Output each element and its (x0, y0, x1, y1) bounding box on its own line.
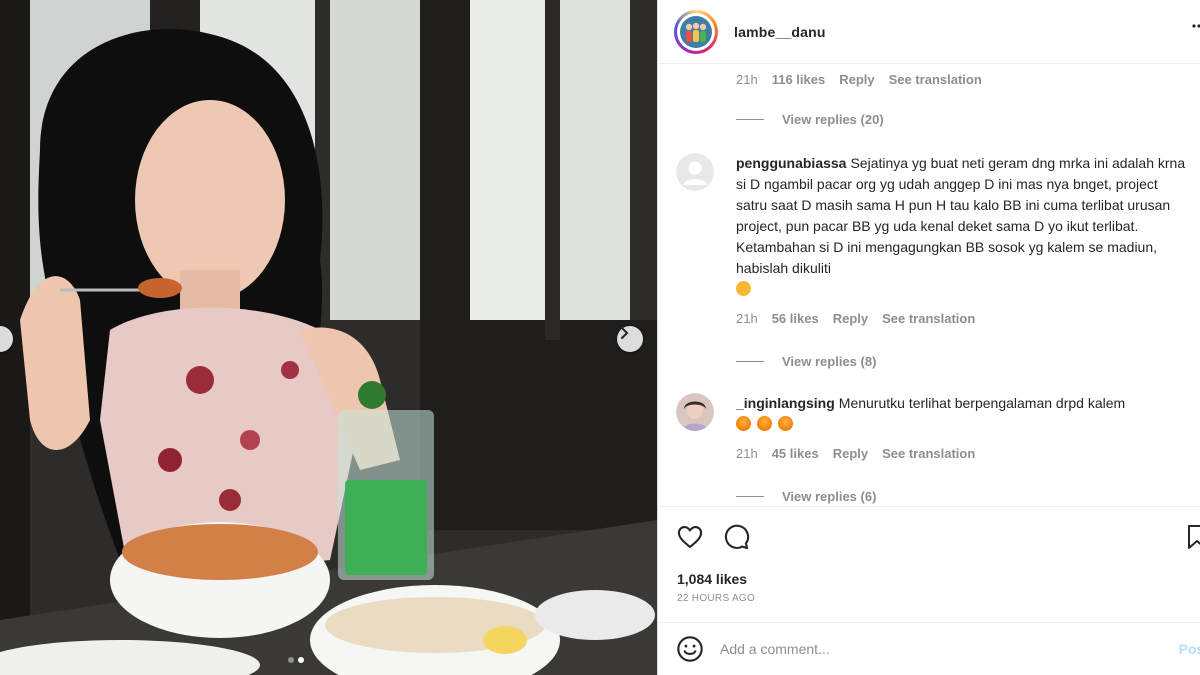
likes-count[interactable]: 1,084 likes (677, 571, 747, 587)
chevron-right-icon (621, 327, 629, 339)
replies-divider (736, 119, 764, 120)
comment-likes[interactable]: 116 likes (772, 69, 826, 90)
comment-time: 21h (736, 311, 758, 326)
comment-text: Sejatinya yg buat neti geram dng mrka in… (736, 155, 1186, 276)
commenter-username[interactable]: _inginlangsing (736, 395, 835, 411)
comment-likes[interactable]: 45 likes (772, 443, 819, 464)
commenter-avatar[interactable] (676, 393, 714, 431)
bookmark-icon[interactable] (1185, 523, 1200, 551)
author-username[interactable]: lambe__danu (734, 24, 826, 40)
post-comment-button[interactable]: Post (1179, 641, 1200, 657)
reply-button[interactable]: Reply (833, 443, 868, 464)
comment-icon[interactable] (722, 523, 750, 551)
post-actions: 1,084 likes 22 HOURS AGO (658, 506, 1200, 621)
view-replies-label: View replies (6) (782, 489, 877, 504)
comment-content: penggunabiassa Sejatinya yg buat neti ger… (736, 153, 1186, 300)
more-icon[interactable] (1192, 24, 1200, 28)
comment-content: _inginlangsing Menurutku terlihat berpeng… (736, 393, 1186, 435)
comment-text: Menurutku terlihat berpengalaman drpd ka… (838, 395, 1126, 411)
user-photo-avatar-icon (676, 393, 714, 431)
comment-meta: 21h 45 likes Reply See translation (736, 443, 1186, 464)
comment-meta: 21h 116 likes Reply See translation (736, 69, 1186, 90)
post-header: lambe__danu (658, 0, 1200, 64)
view-replies-button[interactable]: View replies (20) (736, 109, 1186, 130)
comment-input[interactable] (720, 641, 1150, 657)
next-photo-button[interactable] (617, 326, 643, 352)
reply-button[interactable]: Reply (839, 69, 874, 90)
face-with-hand-emoji-icon (736, 416, 751, 431)
post-side-panel: lambe__danu 21h 116 likes Reply See tran… (657, 0, 1200, 675)
default-avatar-icon (676, 153, 714, 191)
comment-time: 21h (736, 72, 758, 87)
comment-meta: 21h 56 likes Reply See translation (736, 308, 1186, 329)
view-replies-button[interactable]: View replies (6) (736, 486, 1186, 505)
see-translation-button[interactable]: See translation (882, 308, 975, 329)
face-with-hand-emoji-icon (778, 416, 793, 431)
view-replies-label: View replies (8) (782, 354, 877, 369)
author-avatar[interactable] (674, 9, 718, 54)
add-comment-bar: Post (658, 622, 1200, 675)
replies-divider (736, 361, 764, 362)
commenter-username[interactable]: penggunabiassa (736, 155, 846, 171)
reply-button[interactable]: Reply (833, 308, 868, 329)
see-translation-button[interactable]: See translation (889, 69, 982, 90)
see-translation-button[interactable]: See translation (882, 443, 975, 464)
heart-icon[interactable] (676, 523, 704, 551)
carousel-dot (288, 657, 294, 663)
comments-list[interactable]: 21h 116 likes Reply See translation View… (658, 65, 1200, 505)
group-avatar-icon (680, 15, 712, 48)
comment-time: 21h (736, 446, 758, 461)
comment-likes[interactable]: 56 likes (772, 308, 819, 329)
post-timestamp: 22 HOURS AGO (677, 593, 756, 604)
view-replies-button[interactable]: View replies (8) (736, 351, 1186, 372)
face-with-hand-emoji-icon (757, 416, 772, 431)
replies-divider (736, 496, 764, 497)
smiley-icon[interactable] (676, 635, 704, 663)
view-replies-label: View replies (20) (782, 112, 884, 127)
commenter-avatar[interactable] (676, 153, 714, 191)
laughing-emoji-icon (736, 281, 751, 296)
post-photo (0, 0, 657, 675)
carousel-dots (288, 657, 304, 663)
carousel-dot-active (298, 657, 304, 663)
photo-illustration (0, 0, 657, 675)
